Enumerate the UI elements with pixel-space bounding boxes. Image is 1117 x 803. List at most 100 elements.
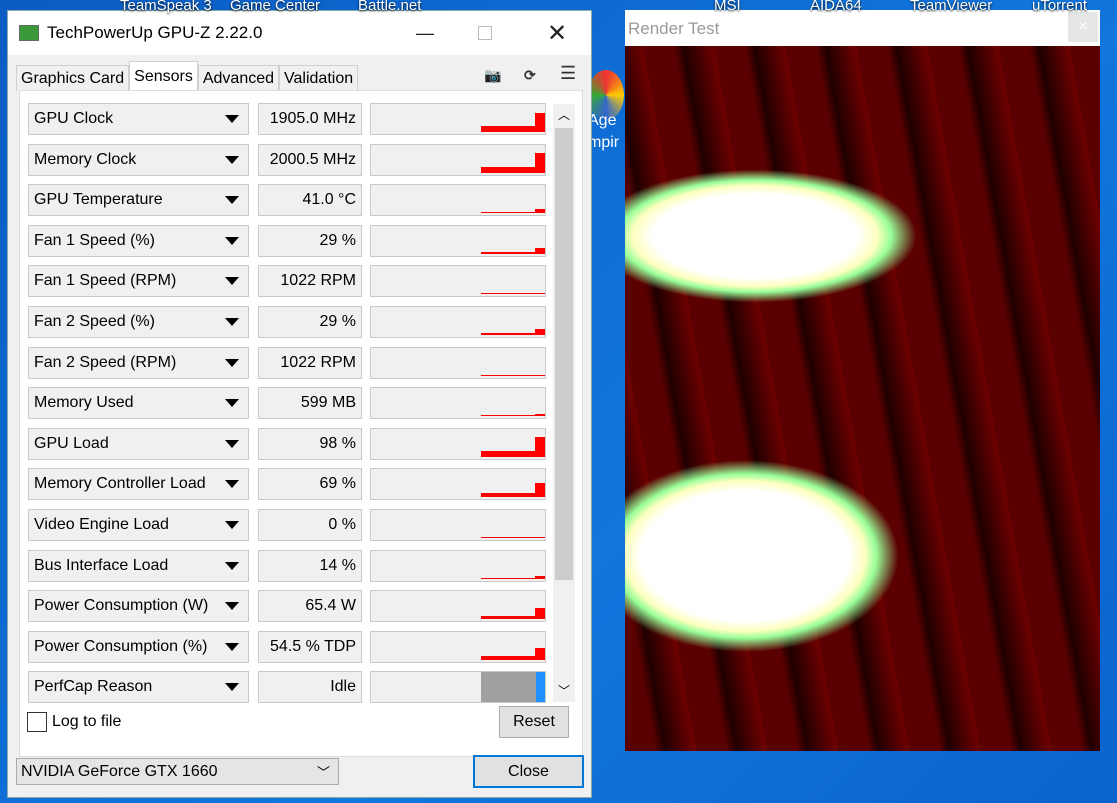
sensor-select[interactable]: GPU Clock — [28, 103, 249, 135]
sensor-name: GPU Clock — [34, 110, 114, 127]
dropdown-arrow-icon — [225, 602, 239, 611]
sensor-row: Video Engine Load 0 % — [28, 509, 548, 541]
graph-bar — [535, 293, 545, 295]
desktop-icon-label[interactable]: MSI — [714, 0, 741, 13]
checkbox-box[interactable] — [27, 712, 47, 732]
tab-validation[interactable]: Validation — [279, 65, 359, 91]
graph-history — [481, 212, 535, 214]
render-close-button[interactable]: × — [1068, 12, 1098, 42]
sensor-row: Memory Clock 2000.5 MHz — [28, 143, 548, 176]
sensor-graph — [370, 427, 546, 460]
scrollbar[interactable]: ︿ ﹀ — [553, 104, 575, 702]
perfcap-other-bar — [536, 672, 545, 703]
desktop-icon-label[interactable]: TeamSpeak 3 — [120, 0, 212, 13]
tab-advanced[interactable]: Advanced — [197, 65, 280, 91]
sensor-name: Memory Clock — [34, 150, 137, 168]
dropdown-arrow-icon — [225, 358, 239, 367]
sensors-panel: GPU Clock 1905.0 MHz Memory Clock 2000.5… — [19, 90, 583, 757]
sensor-select[interactable]: Video Engine Load — [28, 509, 249, 541]
sensor-value: 69 % — [258, 468, 362, 501]
sensor-name: Video Engine Load — [34, 516, 169, 533]
sensor-value: 29 % — [258, 306, 362, 338]
camera-icon[interactable]: 📷 — [484, 67, 501, 84]
sensor-select[interactable]: Power Consumption (%) — [28, 630, 249, 663]
sensor-select[interactable]: PerfCap Reason — [28, 671, 249, 704]
dropdown-arrow-icon — [225, 155, 239, 164]
sensor-select[interactable]: GPU Temperature — [28, 184, 249, 217]
dropdown-arrow-icon — [225, 399, 239, 408]
tab-graphics-card[interactable]: Graphics Card — [16, 65, 130, 91]
sensor-row: Power Consumption (%) 54.5 % TDP — [28, 630, 548, 663]
tab-sensors[interactable]: Sensors — [129, 61, 198, 91]
dropdown-arrow-icon — [225, 318, 239, 326]
sensor-select[interactable]: GPU Load — [28, 427, 249, 460]
scroll-up-icon[interactable]: ︿ — [553, 104, 575, 126]
minimize-button[interactable]: — — [402, 11, 448, 55]
dropdown-arrow-icon — [225, 439, 239, 448]
scrollbar-thumb[interactable] — [555, 128, 573, 580]
refresh-icon[interactable]: ⟳ — [524, 67, 536, 84]
gpu-card-icon — [19, 25, 39, 41]
sensor-row: Bus Interface Load 14 % — [28, 549, 548, 582]
graph-history — [481, 166, 535, 173]
close-window-button[interactable]: ✕ — [534, 11, 580, 55]
graph-history — [481, 616, 535, 620]
sensor-graph — [370, 346, 546, 379]
log-to-file-label: Log to file — [52, 713, 122, 730]
scroll-down-icon[interactable]: ﹀ — [553, 680, 575, 702]
desktop-icon-label[interactable]: uTorrent — [1032, 0, 1087, 13]
gpu-select[interactable]: NVIDIA GeForce GTX 1660 ﹀ — [16, 758, 339, 785]
sensor-select[interactable]: Bus Interface Load — [28, 549, 249, 582]
sensor-graph — [370, 103, 546, 135]
close-button[interactable]: Close — [473, 755, 584, 788]
desktop-icon-label[interactable]: Game Center — [230, 0, 320, 13]
sensor-select[interactable]: Fan 2 Speed (RPM) — [28, 346, 249, 379]
sensor-select[interactable]: Memory Clock — [28, 143, 249, 176]
desktop-icon-label[interactable]: AIDA64 — [810, 0, 862, 13]
sensor-row: GPU Load 98 % — [28, 427, 548, 460]
sensor-value: 14 % — [258, 549, 362, 582]
graph-bar — [535, 575, 545, 579]
dropdown-arrow-icon — [225, 683, 239, 692]
graph-bar — [535, 608, 545, 620]
dropdown-arrow-icon — [225, 277, 239, 286]
sensor-value: 1022 RPM — [258, 346, 362, 379]
sensor-row: PerfCap Reason Idle — [28, 671, 548, 704]
sensor-name: Fan 1 Speed (%) — [34, 231, 155, 249]
age-of-empires-desktop-icon[interactable]: Age mpir — [588, 70, 628, 151]
tab-bar: Graphics Card Sensors Advanced Validatio… — [16, 61, 359, 91]
sensor-select[interactable]: Memory Controller Load — [28, 468, 249, 501]
sensor-graph — [370, 630, 546, 663]
graph-bar — [535, 414, 545, 417]
dropdown-arrow-icon — [225, 642, 239, 651]
dropdown-arrow-icon — [225, 480, 239, 489]
graph-history — [481, 251, 535, 254]
reset-button[interactable]: Reset — [499, 706, 569, 738]
dropdown-arrow-icon — [225, 521, 239, 529]
sensor-select[interactable]: Fan 1 Speed (RPM) — [28, 265, 249, 298]
sensor-row: Power Consumption (W) 65.4 W — [28, 590, 548, 623]
sensor-graph — [370, 224, 546, 257]
dropdown-arrow-icon — [225, 115, 239, 123]
log-to-file-checkbox[interactable]: Log to file — [27, 712, 121, 732]
sensor-row: Fan 2 Speed (%) 29 % — [28, 306, 548, 338]
sensor-value: 1022 RPM — [258, 265, 362, 298]
sensor-graph — [370, 306, 546, 338]
sensor-graph — [370, 184, 546, 217]
sensor-select[interactable]: Power Consumption (W) — [28, 590, 249, 623]
menu-icon[interactable]: ☰ — [560, 63, 576, 84]
sensor-select[interactable]: Fan 2 Speed (%) — [28, 306, 249, 338]
sensor-select[interactable]: Fan 1 Speed (%) — [28, 224, 249, 257]
graph-bar — [535, 647, 545, 660]
graph-bar — [535, 113, 545, 132]
desktop-icon-label[interactable]: TeamViewer — [910, 0, 992, 13]
maximize-button[interactable] — [462, 11, 508, 55]
sensor-value: 41.0 °C — [258, 184, 362, 217]
title-bar: TechPowerUp GPU-Z 2.22.0 — ✕ — [8, 11, 591, 55]
gpu-select-value: NVIDIA GeForce GTX 1660 — [21, 763, 218, 780]
desktop-icon-label[interactable]: Battle.net — [358, 0, 421, 13]
sensor-value: 98 % — [258, 427, 362, 460]
graph-history — [481, 415, 535, 417]
sensor-graph — [370, 671, 546, 704]
sensor-select[interactable]: Memory Used — [28, 387, 249, 420]
